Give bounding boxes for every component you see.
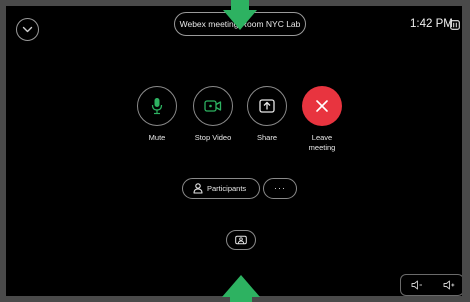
share-circle[interactable] (247, 86, 287, 126)
close-x-icon (316, 100, 328, 112)
share-label: Share (256, 133, 277, 142)
annotation-arrow-down-stem (231, 0, 249, 10)
self-view-icon (235, 235, 247, 245)
leave-meeting-button[interactable]: Leave meeting (300, 86, 344, 152)
more-icon: ··· (274, 183, 286, 193)
share-up-arrow-icon (259, 99, 275, 113)
clock-time: 1:42 PM (410, 18, 453, 30)
volume-control[interactable] (400, 274, 462, 296)
person-icon (193, 183, 203, 194)
speaker-high-icon[interactable] (443, 280, 455, 290)
chevron-down-icon (22, 26, 33, 33)
speaker-low-icon[interactable] (411, 280, 423, 290)
video-camera-icon (204, 100, 222, 112)
share-button[interactable]: Share (245, 86, 289, 142)
participants-button[interactable]: Participants (182, 178, 260, 199)
participants-label: Participants (207, 184, 247, 193)
stop-video-button[interactable]: Stop Video (191, 86, 235, 142)
touch-panel-screen: Webex meeting Room NYC Lab 1:42 PM Mute … (6, 6, 462, 296)
stop-video-circle[interactable] (193, 86, 233, 126)
self-view-button[interactable] (226, 230, 256, 250)
collapse-button[interactable] (16, 18, 39, 41)
leave-meeting-label: Leave meeting (308, 133, 336, 152)
annotation-arrow-up (222, 275, 260, 297)
annotation-arrow-up-stem (230, 296, 252, 302)
microphone-icon (151, 98, 163, 115)
mute-circle[interactable] (137, 86, 177, 126)
mute-button[interactable]: Mute (135, 86, 179, 142)
device-status-icon (450, 20, 460, 30)
annotation-arrow-down (223, 10, 257, 30)
more-options-button[interactable]: ··· (263, 178, 297, 199)
leave-circle[interactable] (302, 86, 342, 126)
